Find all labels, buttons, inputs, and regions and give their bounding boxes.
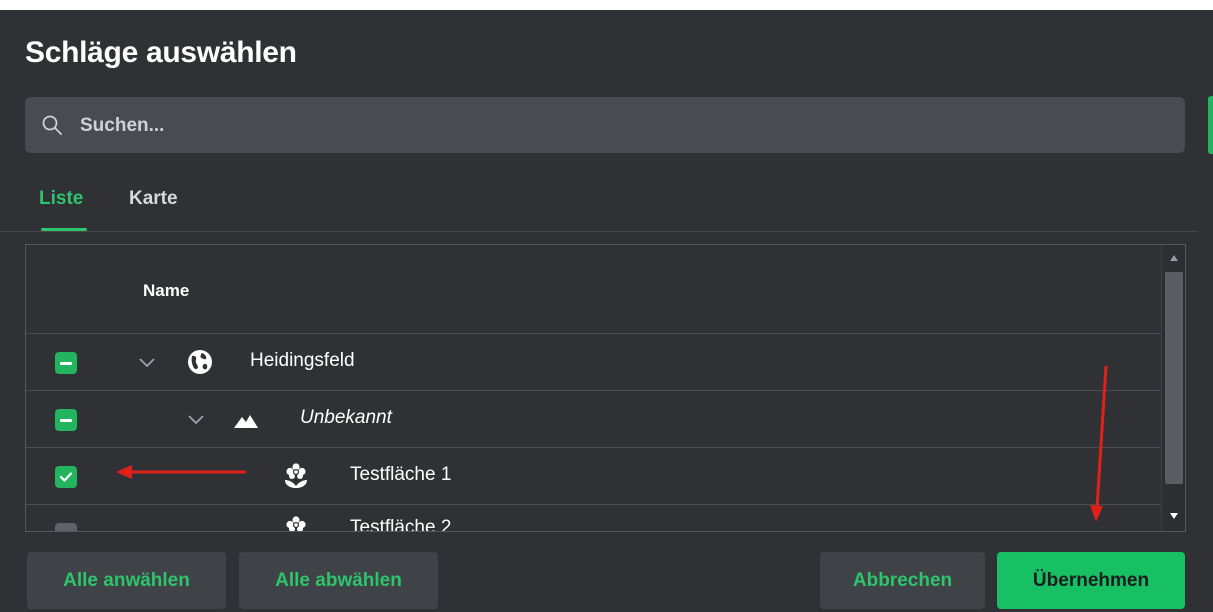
search-placeholder: Suchen...	[80, 115, 165, 136]
check-icon	[59, 472, 73, 482]
select-all-button[interactable]: Alle anwählen	[27, 552, 226, 609]
search-icon	[42, 115, 62, 135]
edge-accent	[1208, 96, 1213, 154]
scrollbar-thumb[interactable]	[1165, 272, 1183, 484]
globe-icon	[188, 350, 212, 374]
row-label: Testfläche 1	[350, 464, 452, 485]
row-label: Unbekannt	[300, 407, 392, 428]
row-label: Heidingsfeld	[250, 350, 355, 371]
plots-table: Name Heidingsfeld Unbekannt Testfläche 1…	[25, 244, 1186, 532]
column-header-name[interactable]: Name	[143, 281, 189, 301]
row-label: Testfläche 2	[350, 517, 452, 532]
indeterminate-mark	[60, 418, 72, 422]
row-checkbox-unchecked[interactable]	[55, 523, 77, 531]
apply-button[interactable]: Übernehmen	[997, 552, 1185, 609]
indeterminate-mark	[60, 361, 72, 365]
deselect-all-button[interactable]: Alle abwählen	[239, 552, 438, 609]
plots-table-body: Name Heidingsfeld Unbekannt Testfläche 1…	[26, 245, 1161, 531]
select-plots-dialog: Schläge auswählen Suchen... Liste Karte …	[0, 10, 1213, 612]
dialog-title: Schläge auswählen	[25, 36, 297, 69]
flower-icon	[286, 516, 306, 531]
row-checkbox-checked[interactable]	[55, 466, 77, 488]
row-checkbox-indeterminate[interactable]	[55, 352, 77, 374]
table-header: Name	[26, 245, 1161, 334]
cancel-button[interactable]: Abbrechen	[820, 552, 985, 609]
flower-icon	[285, 463, 307, 488]
chevron-down-icon[interactable]	[137, 354, 157, 370]
scroll-up-icon[interactable]	[1169, 254, 1179, 262]
tab-map[interactable]: Karte	[129, 188, 178, 210]
tabs-divider	[0, 231, 1198, 232]
table-scrollbar[interactable]	[1161, 245, 1185, 531]
tab-list[interactable]: Liste	[39, 188, 83, 210]
annotation-arrow-down	[1090, 365, 1108, 522]
table-row: Heidingsfeld	[26, 334, 1161, 391]
chevron-down-icon[interactable]	[186, 411, 206, 427]
mountains-icon	[234, 415, 258, 428]
annotation-arrow-left	[116, 465, 246, 479]
row-checkbox-indeterminate[interactable]	[55, 409, 77, 431]
table-row: Testfläche 2	[26, 505, 1161, 532]
table-row: Unbekannt	[26, 391, 1161, 448]
scroll-down-icon[interactable]	[1169, 512, 1179, 520]
search-input[interactable]: Suchen...	[25, 97, 1185, 153]
